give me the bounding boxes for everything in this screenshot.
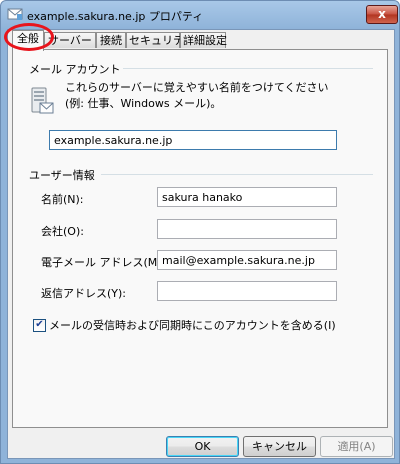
server-icon xyxy=(31,87,54,114)
mail-account-divider xyxy=(123,68,373,69)
description-line-2: (例: 仕事、Windows メール)。 xyxy=(65,97,222,110)
user-info-header: ユーザー情報 xyxy=(29,169,95,182)
description-line-1: これらのサーバーに覚えやすい名前をつけてください xyxy=(65,81,329,94)
highlight-circle-annotation xyxy=(4,23,54,51)
tab-connection[interactable]: 接続 xyxy=(96,32,126,48)
mail-account-description: これらのサーバーに覚えやすい名前をつけてください (例: 仕事、Windows … xyxy=(65,80,365,112)
account-name-input[interactable]: example.sakura.ne.jp xyxy=(49,130,337,150)
close-icon: x xyxy=(378,7,386,21)
email-label: 電子メール アドレス(M): xyxy=(41,256,166,269)
close-button[interactable]: x xyxy=(366,5,398,24)
name-input[interactable]: sakura hanako xyxy=(157,187,337,207)
mail-account-header: メール アカウント xyxy=(29,63,121,76)
dialog-body: 全般 サーバー 接続 セキュリティ 詳細設定 メール アカウント これらのサーバ… xyxy=(7,29,395,459)
user-info-divider xyxy=(101,174,373,175)
tab-advanced[interactable]: 詳細設定 xyxy=(180,32,227,48)
reply-address-label: 返信アドレス(Y): xyxy=(41,287,127,300)
tab-security[interactable]: セキュリティ xyxy=(126,32,194,48)
ok-button[interactable]: OK xyxy=(166,436,239,457)
mail-account-icon xyxy=(7,8,23,20)
reply-address-input[interactable] xyxy=(157,281,337,301)
cancel-button[interactable]: キャンセル xyxy=(243,436,316,457)
name-label: 名前(N): xyxy=(41,193,84,206)
general-tab-panel: メール アカウント これらのサーバーに覚えやすい名前をつけてください (例: 仕… xyxy=(12,49,388,428)
company-label: 会社(O): xyxy=(41,225,84,238)
apply-button[interactable]: 適用(A) xyxy=(320,436,393,457)
include-account-checkbox[interactable]: ✔ xyxy=(33,319,46,332)
window-title: example.sakura.ne.jp プロパティ xyxy=(27,10,204,23)
include-account-label[interactable]: メールの受信時および同期時にこのアカウントを含める(I) xyxy=(49,317,336,333)
company-input[interactable] xyxy=(157,219,337,239)
properties-window: example.sakura.ne.jp プロパティ x 全般 サーバー 接続 … xyxy=(0,0,400,464)
checkmark-icon: ✔ xyxy=(35,319,44,330)
title-bar[interactable]: example.sakura.ne.jp プロパティ x xyxy=(1,1,399,29)
email-input[interactable]: mail@example.sakura.ne.jp xyxy=(157,250,337,270)
